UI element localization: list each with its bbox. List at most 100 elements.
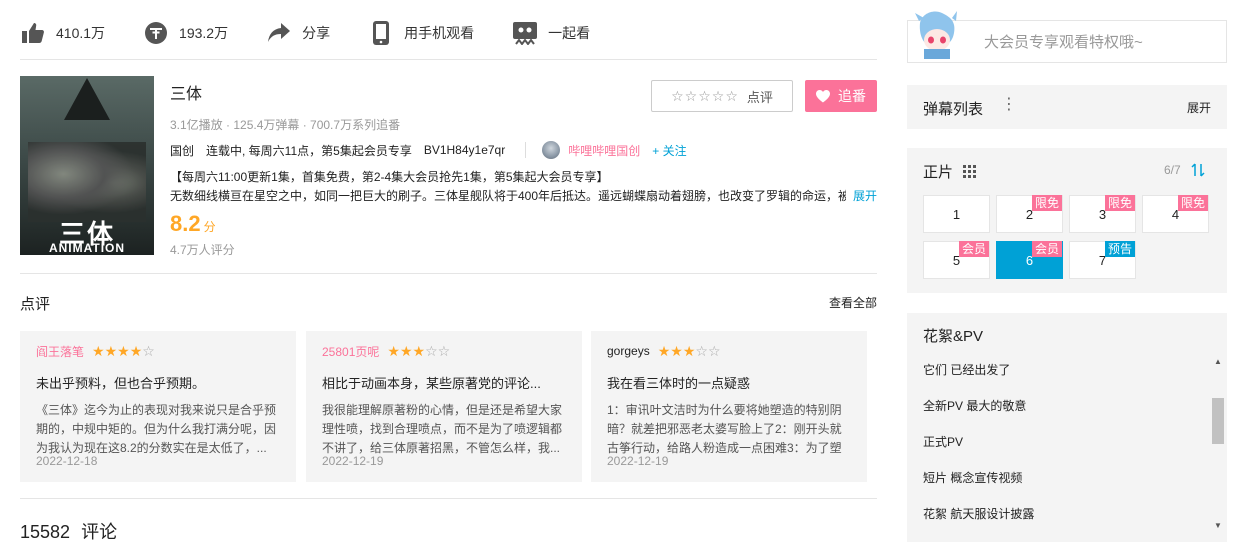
episode-button[interactable]: 3 限免: [1069, 195, 1136, 233]
list-item[interactable]: 短片 概念宣传视频: [923, 459, 1213, 495]
avatar[interactable]: [542, 141, 561, 159]
bvid-text: BV1H84y1e7qr: [423, 143, 506, 157]
score-unit: 分: [203, 220, 216, 234]
reviewer-name[interactable]: gorgeys: [607, 344, 650, 358]
review-title: 相比于动画本身，某些原著党的评论...: [322, 376, 541, 391]
like-count: 410.1万: [56, 25, 106, 41]
poster-image[interactable]: 三体 ANIMATION: [20, 76, 154, 255]
star-filled-icon: ★: [117, 343, 130, 359]
star-filled-icon: ★: [412, 343, 426, 359]
review-body: 我很能理解原著粉的心情，但是还是希望大家理性喷，找到合理喷点，而不是为了喷逻辑都…: [322, 403, 563, 455]
review-body: 1：审讯叶文洁时为什么要将她塑造的特别阴暗？就差把邪恶老太婆写脸上了2：刚开头就…: [607, 403, 842, 455]
empty-stars-icon: ☆☆☆☆☆: [671, 87, 739, 104]
rating-score: 8.2 分: [170, 211, 216, 237]
share-icon: [266, 20, 292, 46]
star-filled-icon: ★: [399, 343, 413, 359]
review-card[interactable]: 25801页呢 ★ ★ ★ ☆ ☆ 相比于动画本身，某些原著党的评论... 我很能理解原著…: [306, 331, 582, 482]
episode-button[interactable]: 2 限免: [996, 195, 1063, 233]
vip-banner[interactable]: 大会员专享观看特权哦~: [907, 10, 1227, 63]
star-filled-icon: ★: [129, 343, 143, 359]
episode-number: 1: [952, 206, 961, 222]
anime-meta: 国创 连载中, 每周六11点，第5集起会员专享 BV1H84y1e7qr 哔哩哔…: [170, 141, 687, 159]
watch-together-button[interactable]: 一起看: [512, 20, 590, 46]
follow-uploader-link[interactable]: + 关注: [652, 142, 686, 159]
review-card[interactable]: gorgeys ★ ★ ★ ☆ ☆ 我在看三体时的一点疑惑 1：审讯叶文洁时为什么要将她塑…: [591, 331, 867, 482]
schedule-text: 连载中, 每周六11点，第5集起会员专享: [206, 143, 412, 158]
episode-badge: 限免: [1104, 195, 1135, 211]
review-button-label: 点评: [746, 89, 773, 105]
review-date: 2022-12-19: [322, 454, 384, 468]
pv-scrollbar[interactable]: ▲ ▼: [1211, 357, 1225, 537]
episode-badge: 会员: [1031, 241, 1062, 257]
meta-separator: [525, 142, 527, 158]
episode-button[interactable]: 4 限免: [1142, 195, 1209, 233]
review-title: 我在看三体时的一点疑惑: [607, 376, 751, 391]
divider: [20, 273, 877, 274]
rating-count: 4.7万人评分: [170, 243, 235, 257]
danmaku-expand-button[interactable]: 展开: [1187, 99, 1211, 116]
rating-stars: ★ ★ ★ ☆ ☆: [658, 344, 721, 358]
mobile-watch-button[interactable]: 用手机观看: [368, 20, 474, 46]
genre-tag[interactable]: 国创: [170, 142, 194, 159]
list-item[interactable]: 全新PV 最大的敬意: [923, 387, 1213, 423]
review-title: 未出乎预料，但也合乎预期。: [36, 376, 206, 391]
coin-button[interactable]: 193.2万: [143, 20, 228, 46]
star-empty-icon: ☆: [142, 343, 155, 359]
scroll-up-icon[interactable]: ▲: [1214, 357, 1222, 366]
watch-together-icon: [512, 20, 538, 46]
share-button[interactable]: 分享: [266, 20, 330, 46]
expand-description-link[interactable]: 展开: [853, 187, 877, 204]
star-filled-icon: ★: [657, 343, 671, 359]
action-bar: 410.1万 193.2万 分享 用手机观看 一起看: [20, 18, 628, 48]
episode-badge: 预告: [1104, 241, 1135, 257]
coin-count: 193.2万: [179, 25, 229, 41]
comment-count: 15582: [20, 522, 71, 542]
mascot-icon: [910, 9, 964, 63]
scroll-down-icon[interactable]: ▼: [1214, 521, 1222, 530]
vip-banner-text: 大会员专享观看特权哦~: [984, 34, 1143, 51]
star-filled-icon: ★: [387, 343, 400, 359]
like-button[interactable]: 410.1万: [20, 20, 105, 46]
star-filled-icon: ★: [92, 343, 105, 359]
poster-title-en: ANIMATION: [48, 241, 126, 255]
divider: [20, 59, 877, 60]
star-filled-icon: ★: [104, 343, 118, 359]
review-button[interactable]: ☆☆☆☆☆ 点评: [651, 80, 793, 112]
episode-progress: 6/7: [1164, 163, 1181, 177]
star-filled-icon: ★: [682, 343, 696, 359]
scrollbar-thumb[interactable]: [1212, 398, 1224, 444]
list-item[interactable]: 正式PV: [923, 423, 1213, 459]
follow-button[interactable]: 追番: [805, 80, 877, 112]
rating-stars: ★ ★ ★ ★ ☆: [92, 344, 155, 358]
see-all-reviews-link[interactable]: 查看全部: [829, 294, 877, 311]
danmaku-title: 弹幕列表: [923, 101, 984, 118]
pv-title: 花絮&PV: [923, 328, 984, 345]
sort-order-icon[interactable]: [1190, 162, 1206, 183]
list-item[interactable]: 花絮 航天服设计披露: [923, 495, 1213, 531]
grid-view-icon[interactable]: [963, 165, 976, 183]
episode-button[interactable]: 6 会员: [996, 241, 1063, 279]
reviewer-name[interactable]: 阎王落笔: [36, 343, 84, 360]
episode-button[interactable]: 5 会员: [923, 241, 990, 279]
uploader-name[interactable]: 哔哩哔哩国创: [568, 142, 640, 159]
episode-button[interactable]: 1: [923, 195, 990, 233]
rating-stars: ★ ★ ★ ☆ ☆: [387, 344, 450, 358]
danmaku-panel: 弹幕列表 ⋮ 展开: [907, 85, 1227, 129]
review-body: 《三体》迄今为止的表现对我来说只是合乎预期的，中规中矩的。但为什么我打满分呢，因…: [36, 403, 277, 455]
episode-badge: 限免: [1031, 195, 1062, 211]
coin-icon: [143, 20, 169, 46]
comments-header: 15582 评论: [20, 518, 117, 544]
episode-badge: 限免: [1177, 195, 1208, 211]
anime-title: 三体: [170, 86, 203, 103]
thumbs-up-icon: [20, 20, 46, 46]
star-empty-icon: ☆: [437, 343, 451, 359]
more-vertical-icon[interactable]: ⋮: [1001, 97, 1017, 113]
reviewer-name[interactable]: 25801页呢: [322, 343, 379, 360]
poster-triangle: [64, 78, 110, 120]
review-date: 2022-12-18: [36, 454, 98, 468]
star-empty-icon: ☆: [707, 343, 721, 359]
divider: [20, 498, 877, 499]
list-item[interactable]: 它们 已经出发了: [923, 351, 1213, 387]
episode-button[interactable]: 7 预告: [1069, 241, 1136, 279]
review-card[interactable]: 阎王落笔 ★ ★ ★ ★ ☆ 未出乎预料，但也合乎预期。 《三体》迄今为止的表现对我来说只…: [20, 331, 296, 482]
